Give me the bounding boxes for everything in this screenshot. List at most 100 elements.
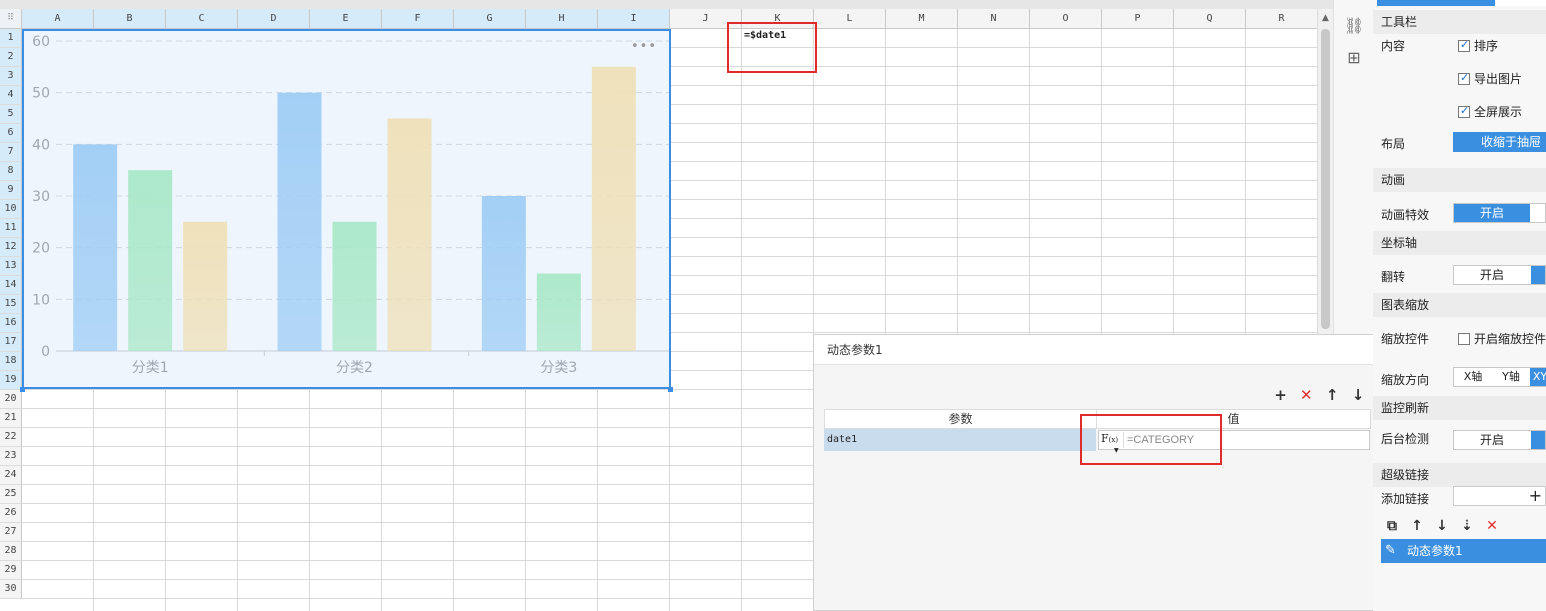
row-header-28[interactable]: 28 <box>0 542 22 561</box>
move-down-icon[interactable]: ↓ <box>1431 516 1453 536</box>
column-header-r[interactable]: R <box>1246 9 1318 29</box>
column-header-c[interactable]: C <box>166 9 238 29</box>
add-link-dropdown[interactable]: + <box>1453 486 1546 506</box>
column-header-b[interactable]: B <box>94 9 166 29</box>
zoom-xy-option[interactable]: XY <box>1530 368 1546 386</box>
app-window: ⠿ ABCDEFGHIJKLMNOPQR 1 2 3 4 5 6 7 8 9 10 11 12 13 14… <box>0 0 1546 611</box>
row-header-25[interactable]: 25 <box>0 485 22 504</box>
chart-more-icon[interactable]: ••• <box>631 39 657 54</box>
scroll-up-icon[interactable]: ▲ <box>1318 11 1333 25</box>
flip-toggle-off[interactable] <box>1531 266 1545 284</box>
row-header-2[interactable]: 2 <box>0 48 22 67</box>
column-header-p[interactable]: P <box>1102 9 1174 29</box>
add-icon[interactable]: + <box>1529 487 1542 505</box>
fullscreen-checkbox[interactable]: 全屏展示 <box>1458 103 1522 120</box>
content-label: 内容 <box>1381 39 1406 53</box>
row-header-30[interactable]: 30 <box>0 580 22 599</box>
row-header-19[interactable]: 19 <box>0 371 22 390</box>
zoom-y-option[interactable]: Y轴 <box>1492 368 1530 386</box>
column-header-l[interactable]: L <box>814 9 886 29</box>
select-all-corner[interactable]: ⠿ <box>0 9 22 29</box>
move-up-param-button[interactable]: ↑ <box>1323 387 1341 403</box>
row-header-6[interactable]: 6 <box>0 124 22 143</box>
column-header-a[interactable]: A <box>22 9 94 29</box>
row-header-18[interactable]: 18 <box>0 352 22 371</box>
row-header-17[interactable]: 17 <box>0 333 22 352</box>
link-item-label: 动态参数1 <box>1407 544 1463 558</box>
layout-label: 布局 <box>1381 137 1406 151</box>
row-header-23[interactable]: 23 <box>0 447 22 466</box>
row-header-1[interactable]: 1 <box>0 29 22 48</box>
animation-toggle-on[interactable]: 开启 <box>1454 204 1530 222</box>
column-header-n[interactable]: N <box>958 9 1030 29</box>
resize-handle-bottom-left[interactable] <box>20 387 25 392</box>
move-down-param-button[interactable]: ↓ <box>1349 387 1367 403</box>
param-panel-title: 动态参数1 <box>814 335 1379 365</box>
y-tick-label: 60 <box>32 34 50 50</box>
layout-select[interactable]: 收缩于抽屉 <box>1453 132 1546 152</box>
flip-toggle-on[interactable]: 开启 <box>1454 266 1530 284</box>
backend-toggle-off[interactable] <box>1531 431 1545 449</box>
dynamic-param-panel: 动态参数1 + ✕ ↑ ↓ 参数 值 date1 F(x) ▼ <box>813 334 1380 611</box>
column-header-h[interactable]: H <box>526 9 598 29</box>
row-header-24[interactable]: 24 <box>0 466 22 485</box>
resize-handle-bottom-right[interactable] <box>668 387 673 392</box>
backend-check-toggle[interactable]: 开启 <box>1453 430 1546 450</box>
column-header-m[interactable]: M <box>886 9 958 29</box>
row-header-9[interactable]: 9 <box>0 181 22 200</box>
list-item[interactable]: ✎ 动态参数1 <box>1381 539 1546 563</box>
highlight-box-param-value <box>1080 414 1222 465</box>
row-header-29[interactable]: 29 <box>0 561 22 580</box>
column-header-g[interactable]: G <box>454 9 526 29</box>
param-name-cell[interactable]: date1 <box>824 429 1096 451</box>
link-icon[interactable]: ⛓ <box>1344 16 1364 36</box>
add-param-button[interactable]: + <box>1272 387 1290 403</box>
row-header-12[interactable]: 12 <box>0 238 22 257</box>
column-header-d[interactable]: D <box>238 9 310 29</box>
row-header-26[interactable]: 26 <box>0 504 22 523</box>
backend-toggle-on[interactable]: 开启 <box>1454 431 1530 449</box>
row-header-14[interactable]: 14 <box>0 276 22 295</box>
row-header-5[interactable]: 5 <box>0 105 22 124</box>
tree-icon[interactable]: ⊞ <box>1344 48 1364 68</box>
animation-effect-label: 动画特效 <box>1381 208 1430 222</box>
scrollbar-thumb[interactable] <box>1321 29 1330 329</box>
prop-tab-inactive[interactable] <box>1495 0 1546 6</box>
row-header-4[interactable]: 4 <box>0 86 22 105</box>
move-up-icon[interactable]: ↑ <box>1406 516 1428 536</box>
row-header-7[interactable]: 7 <box>0 143 22 162</box>
row-header-21[interactable]: 21 <box>0 409 22 428</box>
bar-chart[interactable]: 0 10 20 30 40 50 60 分类1 分类2 分类3 ••• <box>22 29 671 389</box>
delete-param-button[interactable]: ✕ <box>1297 387 1315 403</box>
row-header-3[interactable]: 3 <box>0 67 22 86</box>
delete-icon[interactable]: ✕ <box>1481 516 1503 536</box>
animation-toggle[interactable]: 开启 <box>1453 203 1546 223</box>
row-header-22[interactable]: 22 <box>0 428 22 447</box>
row-header-10[interactable]: 10 <box>0 200 22 219</box>
row-header-8[interactable]: 8 <box>0 162 22 181</box>
animation-toggle-off[interactable] <box>1531 204 1545 222</box>
x-category-label: 分类3 <box>540 360 577 376</box>
column-header-o[interactable]: O <box>1030 9 1102 29</box>
column-header-e[interactable]: E <box>310 9 382 29</box>
bar <box>387 118 432 351</box>
column-header-q[interactable]: Q <box>1174 9 1246 29</box>
x-category-label: 分类1 <box>132 360 169 376</box>
zoom-x-option[interactable]: X轴 <box>1454 368 1492 386</box>
move-bottom-icon[interactable]: ⇣ <box>1456 516 1478 536</box>
row-header-15[interactable]: 15 <box>0 295 22 314</box>
backend-check-label: 后台检测 <box>1381 432 1430 446</box>
row-header-27[interactable]: 27 <box>0 523 22 542</box>
section-monitor-refresh: 监控刷新 <box>1373 396 1546 420</box>
row-header-13[interactable]: 13 <box>0 257 22 276</box>
flip-toggle[interactable]: 开启 <box>1453 265 1546 285</box>
column-header-i[interactable]: I <box>598 9 670 29</box>
row-header-20[interactable]: 20 <box>0 390 22 409</box>
export-image-checkbox[interactable]: 导出图片 <box>1458 70 1522 87</box>
column-header-f[interactable]: F <box>382 9 454 29</box>
row-header-16[interactable]: 16 <box>0 314 22 333</box>
copy-icon[interactable]: ⧉ <box>1381 516 1403 536</box>
zoom-control-checkbox[interactable]: 开启缩放控件 <box>1458 330 1546 347</box>
sort-checkbox[interactable]: 排序 <box>1458 37 1498 54</box>
row-header-11[interactable]: 11 <box>0 219 22 238</box>
